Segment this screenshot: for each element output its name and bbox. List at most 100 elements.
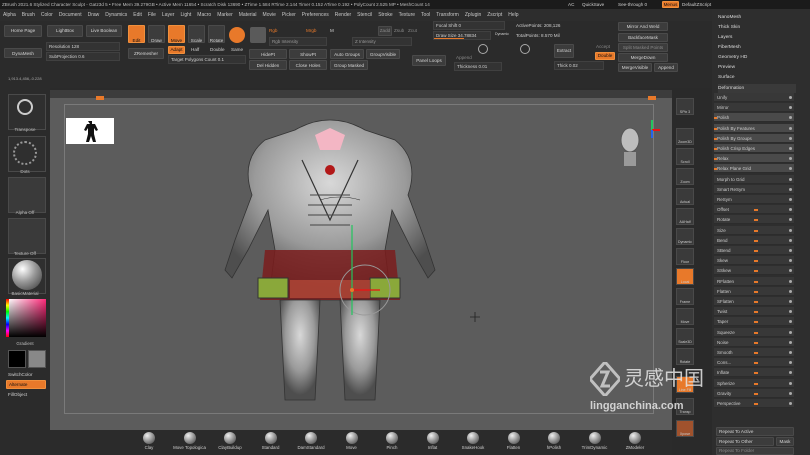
slider-dot-icon[interactable] bbox=[789, 177, 792, 181]
deformation-slider[interactable]: Inflate bbox=[714, 368, 794, 378]
deformation-slider[interactable]: Twist bbox=[714, 307, 794, 317]
focal-shift-slider[interactable]: Focal Shift 0 bbox=[433, 21, 505, 30]
slider-dot-icon[interactable] bbox=[789, 310, 792, 314]
hidept-button[interactable]: HidePt bbox=[249, 49, 287, 59]
scroll-button[interactable]: Scroll bbox=[676, 148, 694, 165]
deformation-slider[interactable]: Flatten bbox=[714, 286, 794, 296]
zoom-button[interactable]: Zoom bbox=[676, 168, 694, 185]
rotate-button[interactable]: Rotate bbox=[208, 25, 225, 43]
brush-button[interactable]: Move bbox=[333, 432, 371, 455]
slider-dot-icon[interactable] bbox=[789, 330, 792, 334]
menu-item[interactable]: Zplugin bbox=[462, 9, 484, 21]
settings-gear-icon[interactable] bbox=[478, 44, 488, 54]
menu-item[interactable]: Movie bbox=[260, 9, 279, 21]
slider-dot-icon[interactable] bbox=[789, 391, 792, 395]
slider-dot-icon[interactable] bbox=[789, 106, 792, 110]
slider-dot-icon[interactable] bbox=[789, 167, 792, 171]
layers-item[interactable]: Layers bbox=[718, 33, 796, 42]
menu-item[interactable]: Tool bbox=[418, 9, 433, 21]
deformation-slider[interactable]: Morph to Grid bbox=[714, 174, 794, 184]
append-button[interactable]: Append bbox=[654, 63, 678, 72]
deformation-slider[interactable]: Smooth bbox=[714, 348, 794, 357]
floor-button[interactable]: Floor bbox=[676, 248, 694, 265]
dynamic-persp-button[interactable]: Dynamic Persp bbox=[676, 228, 694, 245]
menu-item[interactable]: Stroke bbox=[375, 9, 395, 21]
draw-size-slider[interactable]: Draw Size 34.78834 bbox=[433, 31, 491, 40]
lightbox-button[interactable]: LightBox bbox=[47, 25, 83, 37]
deformation-slider[interactable]: Gravity bbox=[714, 388, 794, 398]
slider-dot-icon[interactable] bbox=[789, 218, 792, 222]
deformation-slider[interactable]: ReSym bbox=[714, 195, 794, 204]
slider-dot-icon[interactable] bbox=[789, 259, 792, 263]
panel-loops-button[interactable]: Panel Loops bbox=[412, 55, 446, 66]
deformation-slider[interactable]: Size bbox=[714, 225, 794, 235]
slider-dot-icon[interactable] bbox=[789, 289, 792, 293]
brush-button[interactable]: hPolish bbox=[535, 432, 573, 455]
material-thumb[interactable] bbox=[8, 258, 46, 294]
brush-button[interactable]: Flatten bbox=[495, 432, 533, 455]
fill-object-button[interactable]: FillObject bbox=[8, 392, 27, 397]
slider-dot-icon[interactable] bbox=[789, 228, 792, 232]
hue-strip[interactable] bbox=[6, 299, 9, 337]
slider-dot-icon[interactable] bbox=[789, 238, 792, 242]
repeat-to-active-button[interactable]: Repeat To Active bbox=[716, 427, 794, 436]
move-view-button[interactable]: Move bbox=[676, 308, 694, 325]
resolution-slider[interactable]: Resolution 128 bbox=[46, 42, 120, 51]
menu-item[interactable]: Texture bbox=[396, 9, 418, 21]
texture-thumb-left[interactable] bbox=[8, 218, 46, 254]
slider-dot-icon[interactable] bbox=[789, 351, 792, 354]
accept-button[interactable]: Accept bbox=[596, 44, 610, 49]
slider-dot-icon[interactable] bbox=[789, 340, 792, 344]
slider-dot-icon[interactable] bbox=[789, 187, 792, 191]
draw-button[interactable]: Draw bbox=[148, 25, 165, 43]
group-visible-button[interactable]: GroupVisible bbox=[366, 49, 400, 59]
zremesher-button[interactable]: ZRemesher bbox=[128, 48, 164, 59]
menu-item[interactable]: Document bbox=[56, 9, 85, 21]
see-through-slider[interactable]: See-through 0 bbox=[618, 2, 647, 7]
menu-item[interactable]: Zscript bbox=[484, 9, 505, 21]
mirror-and-weld-button[interactable]: Mirror And Weld bbox=[618, 22, 668, 31]
zsub-button[interactable]: Zsub bbox=[394, 28, 404, 33]
half-button[interactable]: Half bbox=[191, 47, 199, 52]
local-button[interactable]: Local bbox=[676, 268, 694, 285]
repeat-to-folder-button[interactable]: Repeat To Folder bbox=[716, 447, 794, 455]
deformation-slider[interactable]: Noise bbox=[714, 337, 794, 347]
deformation-slider[interactable]: RFlatten bbox=[714, 276, 794, 286]
slider-dot-icon[interactable] bbox=[789, 402, 792, 405]
auto-groups-button[interactable]: Auto Groups bbox=[330, 49, 364, 59]
brush-button[interactable]: DamStandard bbox=[292, 432, 330, 455]
close-holes-button[interactable]: Close Holes bbox=[289, 60, 327, 70]
brush-button[interactable]: ZModeler bbox=[616, 432, 654, 455]
deformation-slider[interactable]: SBend bbox=[714, 246, 794, 255]
menu-item[interactable]: Stencil bbox=[354, 9, 375, 21]
menu-item[interactable]: Brush bbox=[19, 9, 38, 21]
deformation-slider[interactable]: Relax bbox=[714, 154, 794, 164]
del-hidden-button[interactable]: Del Hidden bbox=[249, 60, 287, 70]
subprojection-slider[interactable]: SubProjection 0.6 bbox=[46, 52, 120, 61]
switch-color-button[interactable]: SwitchColor bbox=[8, 372, 33, 377]
same-button[interactable]: Same bbox=[231, 47, 243, 52]
preview-item[interactable]: Preview bbox=[718, 63, 796, 72]
merge-visible-button[interactable]: MergeVisible bbox=[618, 63, 652, 72]
slider-dot-icon[interactable] bbox=[789, 96, 792, 99]
menu-item[interactable]: Draw bbox=[85, 9, 103, 21]
target-polygons-slider[interactable]: Target Polygons Count 0.1 bbox=[168, 55, 246, 64]
fibermesh-item[interactable]: FiberMesh bbox=[718, 43, 796, 52]
brush-button[interactable]: Move Topologica bbox=[171, 432, 209, 455]
deformation-slider[interactable]: Smart ReSym bbox=[714, 184, 794, 194]
thick-skin-item[interactable]: Thick Skin bbox=[718, 23, 796, 32]
menu-item[interactable]: Help bbox=[505, 9, 521, 21]
repeat-to-other-button[interactable]: Repeat To Other bbox=[716, 437, 774, 446]
brush-button[interactable]: Inflat bbox=[414, 432, 452, 455]
live-boolean-button[interactable]: Live Boolean bbox=[86, 25, 122, 37]
rgb-intensity-slider[interactable]: Rgb Intensity bbox=[269, 37, 327, 46]
slider-dot-icon[interactable] bbox=[789, 126, 792, 130]
alpha-thumb[interactable] bbox=[8, 177, 46, 213]
menu-item[interactable]: Color bbox=[38, 9, 56, 21]
brush-button[interactable]: SnakeHook bbox=[454, 432, 492, 455]
rgb-toggle[interactable]: Rgb bbox=[269, 28, 277, 33]
deformation-slider[interactable]: Polish By Features bbox=[714, 123, 794, 133]
slider-dot-icon[interactable] bbox=[789, 361, 792, 365]
slider-dot-icon[interactable] bbox=[789, 198, 792, 201]
group-masked-button[interactable]: Group Masked bbox=[330, 60, 368, 70]
